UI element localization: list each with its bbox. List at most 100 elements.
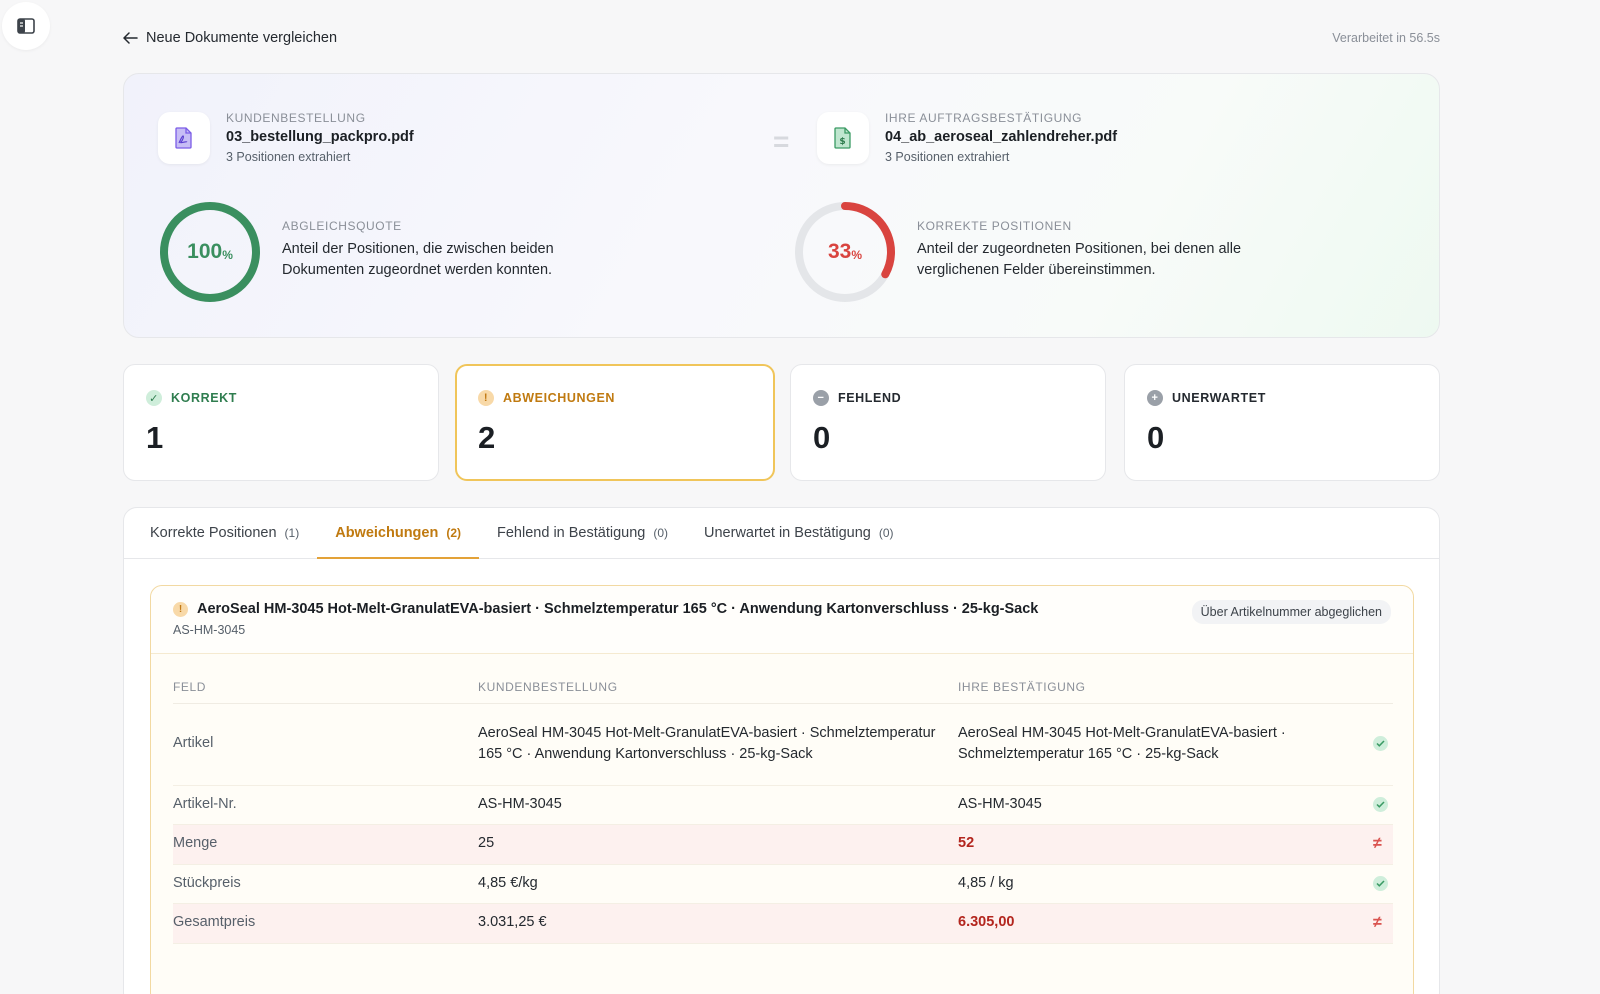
column-header: IHRE BESTÄTIGUNG [958, 672, 1373, 704]
check-circle-icon: ✓ [146, 390, 162, 406]
tab-label: Abweichungen [335, 525, 439, 541]
svg-text:$: $ [839, 137, 845, 147]
stat-description: Anteil der zugeordneten Positionen, bei … [917, 241, 1242, 278]
equals-separator: = [773, 126, 790, 157]
status-cell [1373, 785, 1393, 825]
topbar: Neue Dokumente vergleichen Verarbeitet i… [123, 27, 1440, 49]
tab-missing[interactable]: Fehlend in Bestätigung (0) [479, 508, 686, 558]
table-row-diff: Gesamtpreis 3.031,25 € 6.305,00 ≠ [173, 903, 1393, 944]
back-link-label: Neue Dokumente vergleichen [146, 30, 338, 46]
tab-count: (2) [446, 526, 462, 540]
tab-deviations[interactable]: Abweichungen (2) [317, 508, 479, 559]
card-value: 0 [1147, 420, 1165, 455]
not-equal-icon: ≠ [1373, 913, 1382, 931]
document-confirmation: $ IHRE AUFTRAGSBESTÄTIGUNG 04_ab_aerosea… [817, 110, 1117, 164]
card-value: 1 [146, 420, 164, 455]
pdf-file-icon [158, 112, 210, 164]
field-name: Menge [173, 824, 478, 865]
document-filename: 04_ab_aeroseal_zahlendreher.pdf [885, 129, 1118, 145]
check-icon [1373, 875, 1388, 891]
tab-count: (0) [878, 526, 894, 540]
plus-circle-icon: + [1147, 390, 1163, 406]
correct-rate-unit: % [851, 248, 863, 262]
card-label: UNERWARTET [1172, 391, 1266, 405]
document-filename: 03_bestellung_packpro.pdf [226, 129, 414, 145]
check-icon [1373, 736, 1388, 752]
card-missing[interactable]: − FEHLEND 0 [790, 364, 1106, 481]
confirmation-value: AeroSeal HM-3045 Hot-Melt-GranulatEVA-ba… [958, 703, 1373, 786]
card-label: FEHLEND [838, 391, 902, 405]
item-sku: AS-HM-3045 [173, 623, 246, 637]
order-value: 4,85 €/kg [478, 864, 958, 904]
tab-count: (0) [653, 526, 669, 540]
status-cell [1373, 703, 1393, 786]
warning-circle-icon: ! [478, 390, 494, 406]
card-correct[interactable]: ✓ KORREKT 1 [123, 364, 439, 481]
match-rate-stat: 100% ABGLEICHSQUOTE Anteil der Positione… [158, 200, 602, 304]
card-unexpected[interactable]: + UNERWARTET 0 [1124, 364, 1440, 481]
table-row: Artikel-Nr. AS-HM-3045 AS-HM-3045 [173, 785, 1393, 825]
match-rate-ring: 100% [158, 200, 262, 304]
tab-correct[interactable]: Korrekte Positionen (1) [132, 508, 317, 558]
document-extracted-count: 3 Positionen extrahiert [885, 150, 1010, 164]
table-row: Stückpreis 4,85 €/kg 4,85 / kg [173, 864, 1393, 904]
column-header-status [1373, 672, 1393, 704]
arrow-left-icon [123, 32, 138, 44]
check-icon [1373, 796, 1388, 812]
stat-kicker: KORREKTE POSITIONEN [917, 219, 1072, 233]
status-cell [1373, 864, 1393, 904]
status-cell: ≠ [1373, 824, 1393, 865]
back-link[interactable]: Neue Dokumente vergleichen [123, 30, 337, 46]
confirmation-value: AS-HM-3045 [958, 785, 1373, 825]
table-row-diff: Menge 25 52 ≠ [173, 824, 1393, 865]
confirmation-value: 6.305,00 [958, 903, 1373, 944]
tab-label: Korrekte Positionen [150, 525, 277, 541]
document-kicker: IHRE AUFTRAGSBESTÄTIGUNG [885, 111, 1083, 125]
status-cell: ≠ [1373, 903, 1393, 944]
table-row: Artikel AeroSeal HM-3045 Hot-Melt-Granul… [173, 703, 1393, 786]
deviation-item: ! AeroSeal HM-3045 Hot-Melt-GranulatEVA-… [150, 585, 1414, 994]
item-title: AeroSeal HM-3045 Hot-Melt-GranulatEVA-ba… [197, 601, 1039, 617]
tab-label: Unerwartet in Bestätigung [704, 525, 871, 541]
order-value: AS-HM-3045 [478, 785, 958, 825]
stat-description: Anteil der Positionen, die zwischen beid… [282, 241, 554, 278]
column-header: KUNDENBESTELLUNG [478, 672, 958, 704]
processing-time: Verarbeitet in 56.5s [1332, 31, 1440, 45]
card-value: 2 [478, 420, 496, 455]
results-tabs: Korrekte Positionen (1) Abweichungen (2)… [124, 508, 1439, 559]
minus-circle-icon: − [813, 390, 829, 406]
invoice-file-icon: $ [817, 112, 869, 164]
field-name: Artikel [173, 703, 478, 786]
card-label: ABWEICHUNGEN [503, 391, 616, 405]
document-kicker: KUNDENBESTELLUNG [226, 111, 366, 125]
match-method-badge: Über Artikelnummer abgeglichen [1191, 600, 1391, 624]
correct-rate-stat: 33% KORREKTE POSITIONEN Anteil der zugeo… [793, 200, 1277, 304]
item-header[interactable]: ! AeroSeal HM-3045 Hot-Melt-GranulatEVA-… [151, 586, 1413, 654]
tab-unexpected[interactable]: Unerwartet in Bestätigung (0) [686, 508, 912, 558]
sidebar-icon [17, 18, 35, 34]
correct-rate-ring: 33% [793, 200, 897, 304]
results-panel: Korrekte Positionen (1) Abweichungen (2)… [123, 507, 1440, 994]
confirmation-value: 52 [958, 824, 1373, 865]
order-value: 3.031,25 € [478, 903, 958, 944]
match-rate-value: 100 [187, 240, 223, 263]
confirmation-value: 4,85 / kg [958, 864, 1373, 904]
tab-label: Fehlend in Bestätigung [497, 525, 646, 541]
stat-kicker: ABGLEICHSQUOTE [282, 219, 402, 233]
field-name: Artikel-Nr. [173, 785, 478, 825]
column-header: FELD [173, 672, 478, 704]
document-order: KUNDENBESTELLUNG 03_bestellung_packpro.p… [158, 110, 414, 164]
warning-icon: ! [173, 601, 188, 617]
field-name: Stückpreis [173, 864, 478, 904]
card-label: KORREKT [171, 391, 238, 405]
card-deviations[interactable]: ! ABWEICHUNGEN 2 [455, 364, 775, 481]
field-name: Gesamtpreis [173, 903, 478, 944]
order-value: 25 [478, 824, 958, 865]
order-value: AeroSeal HM-3045 Hot-Melt-GranulatEVA-ba… [478, 703, 958, 786]
comparison-summary: KUNDENBESTELLUNG 03_bestellung_packpro.p… [123, 73, 1440, 338]
sidebar-toggle-button[interactable] [2, 2, 50, 50]
correct-rate-value: 33 [827, 240, 852, 263]
not-equal-icon: ≠ [1373, 834, 1382, 852]
tab-count: (1) [284, 526, 300, 540]
card-value: 0 [813, 420, 831, 455]
